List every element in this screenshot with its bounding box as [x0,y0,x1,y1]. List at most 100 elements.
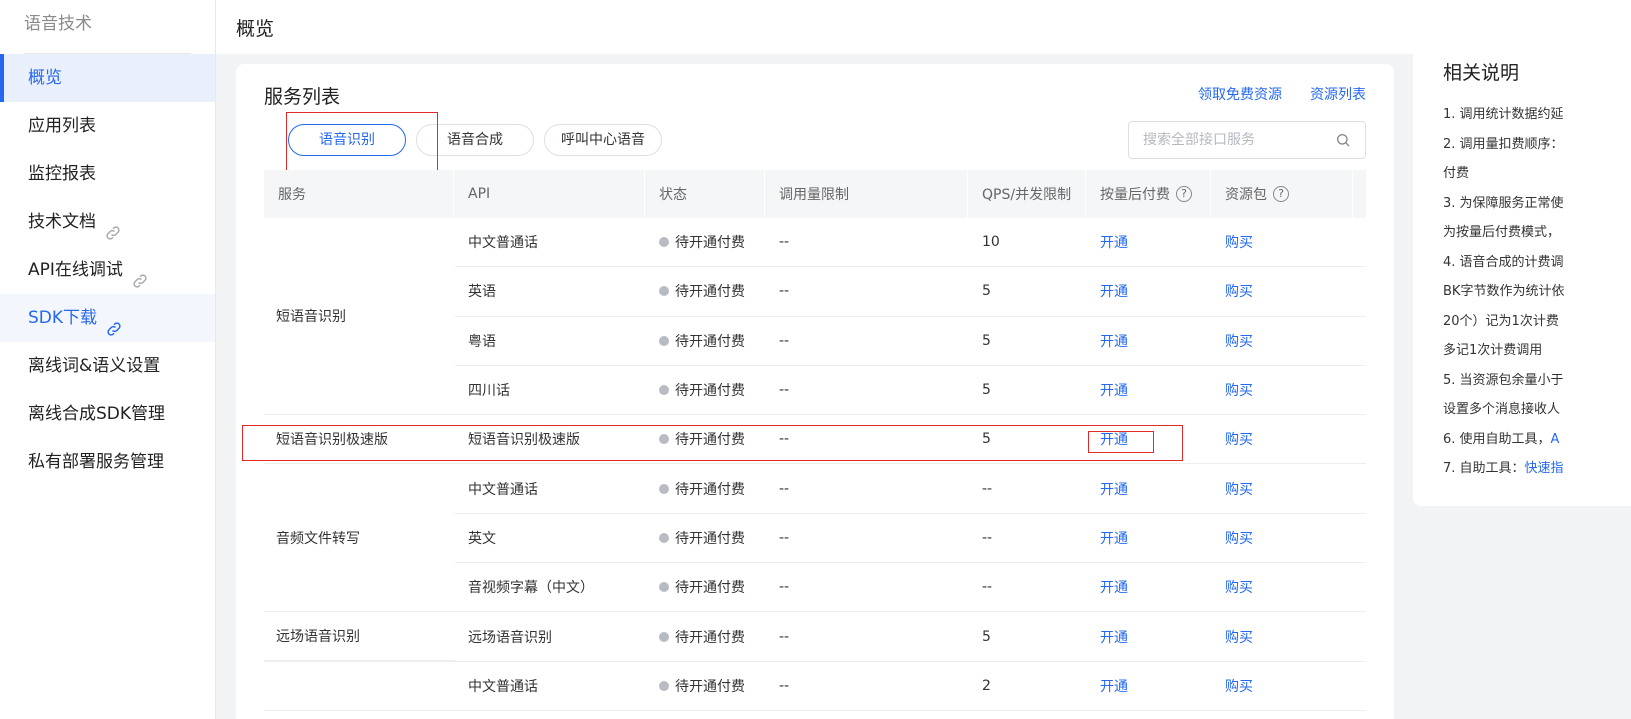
help-icon[interactable]: ? [1273,186,1289,202]
buy-link[interactable]: 购买 [1225,380,1253,400]
buy-cell: 购买 [1211,514,1353,562]
buy-cell: 购买 [1211,218,1353,266]
api-text: 音视频字幕（中文） [468,580,594,597]
status-cell: 待开通付费 [645,317,765,365]
status-dot-icon [659,532,669,543]
buy-cell: 购买 [1211,563,1353,611]
qps-cell: 2 [968,662,1086,710]
status-text: 待开通付费 [675,530,745,547]
qps-cell: -- [968,563,1086,611]
table-header: 服务 API 状态 调用量限制 QPS/并发限制 按量后付费? 资源包? [264,170,1366,218]
sidebar-item-offline-words[interactable]: 离线词&语义设置 [0,342,215,390]
buy-link[interactable]: 购买 [1225,429,1253,449]
sidebar-item-private-deploy[interactable]: 私有部署服务管理 [0,438,215,486]
open-cell: 开通 [1086,267,1211,315]
status-dot-icon [659,286,669,297]
open-link[interactable]: 开通 [1100,627,1128,647]
note-link[interactable]: 快速指 [1525,461,1564,476]
open-link[interactable]: 开通 [1100,380,1128,400]
qps-text: 5 [982,628,991,645]
search-icon[interactable] [1335,132,1351,148]
notes-title: 相关说明 [1443,62,1520,84]
col-call-limit: 调用量限制 [765,170,968,218]
buy-cell: 购买 [1211,612,1353,660]
qps-cell: 5 [968,267,1086,315]
limit-cell: -- [765,464,968,512]
open-link[interactable]: 开通 [1100,479,1128,499]
status-cell: 待开通付费 [645,563,765,611]
search-box[interactable] [1128,121,1366,159]
qps-cell: 10 [968,218,1086,266]
api-cell: 英文 [454,514,645,562]
buy-link[interactable]: 购买 [1225,232,1253,252]
status-cell: 待开通付费 [645,662,765,710]
buy-link[interactable]: 购买 [1225,479,1253,499]
open-link[interactable]: 开通 [1100,281,1128,301]
buy-link[interactable]: 购买 [1225,577,1253,597]
sidebar-item-overview[interactable]: 概览 [0,54,215,102]
col-service: 服务 [264,170,454,218]
qps-cell: -- [968,464,1086,512]
sidebar-item-label: 离线词&语义设置 [28,356,161,376]
search-input[interactable] [1143,132,1335,148]
service-cell: 远场语音识别 [264,612,455,661]
status-dot-icon [659,335,669,346]
api-text: 远场语音识别 [468,629,552,646]
tab-call-center[interactable]: 呼叫中心语音 [544,124,662,156]
status-dot-icon [659,680,669,691]
buy-link[interactable]: 购买 [1225,331,1253,351]
limit-text: -- [779,480,790,497]
qps-text: -- [982,579,993,596]
note-line: 7. 自助工具：快速指 [1443,454,1631,484]
note-line: 为按量后付费模式， [1443,225,1561,240]
api-cell: 粤语 [454,317,645,365]
limit-text: -- [779,628,790,645]
open-cell: 开通 [1086,366,1211,414]
api-cell: 四川话 [454,366,645,414]
note-link[interactable]: A [1551,432,1560,447]
sidebar-item-docs[interactable]: 技术文档 [0,198,215,246]
status-cell: 待开通付费 [645,218,765,266]
buy-cell: 购买 [1211,464,1353,512]
buy-link[interactable]: 购买 [1225,281,1253,301]
api-cell: 中文普通话 [454,218,645,266]
table-body: 中文普通话 待开通付费 -- 10 开通 购买 英语 待开通付费 -- 5 开通 购买 粤语 待开通付费 -… [264,218,1366,711]
open-link[interactable]: 开通 [1100,528,1128,548]
open-link[interactable]: 开通 [1100,577,1128,597]
card-title: 服务列表 [264,86,341,108]
status-dot-icon [659,582,669,593]
sidebar-item-monitor[interactable]: 监控报表 [0,150,215,198]
buy-link[interactable]: 购买 [1225,528,1253,548]
col-package-label: 资源包 [1225,187,1267,203]
sidebar-item-label: SDK下载 [28,308,98,328]
sidebar-item-api-debug[interactable]: API在线调试 [0,246,215,294]
limit-text: -- [779,579,790,596]
free-resource-link[interactable]: 领取免费资源 [1198,84,1282,104]
service-cell: 短语音识别 [264,218,455,415]
status-dot-icon [659,631,669,642]
status-cell: 待开通付费 [645,267,765,315]
sidebar-item-sdk-download[interactable]: SDK下载 [0,294,215,342]
limit-text: -- [779,234,790,251]
limit-cell: -- [765,662,968,710]
help-icon[interactable]: ? [1176,186,1192,202]
open-link[interactable]: 开通 [1100,676,1128,696]
open-link[interactable]: 开通 [1100,331,1128,351]
status-cell: 待开通付费 [645,366,765,414]
open-link[interactable]: 开通 [1100,232,1128,252]
buy-cell: 购买 [1211,317,1353,365]
note-line: 多记1次计费调用 [1443,343,1543,358]
service-spacer [264,662,454,710]
note-line: 1. 调用统计数据约延 [1443,107,1564,122]
sidebar: 语音技术 概览 应用列表 监控报表 技术文档 API在线调试 SDK下载 离线词… [0,0,216,719]
buy-link[interactable]: 购买 [1225,627,1253,647]
sidebar-item-label: API在线调试 [28,260,123,280]
qps-text: 2 [982,677,991,694]
sidebar-item-offline-tts-sdk[interactable]: 离线合成SDK管理 [0,390,215,438]
col-qps: QPS/并发限制 [968,170,1086,218]
buy-link[interactable]: 购买 [1225,676,1253,696]
note-line: 3. 为保障服务正常使 [1443,195,1564,211]
resource-list-link[interactable]: 资源列表 [1310,84,1366,104]
sidebar-item-app-list[interactable]: 应用列表 [0,102,215,150]
limit-cell: -- [765,563,968,611]
